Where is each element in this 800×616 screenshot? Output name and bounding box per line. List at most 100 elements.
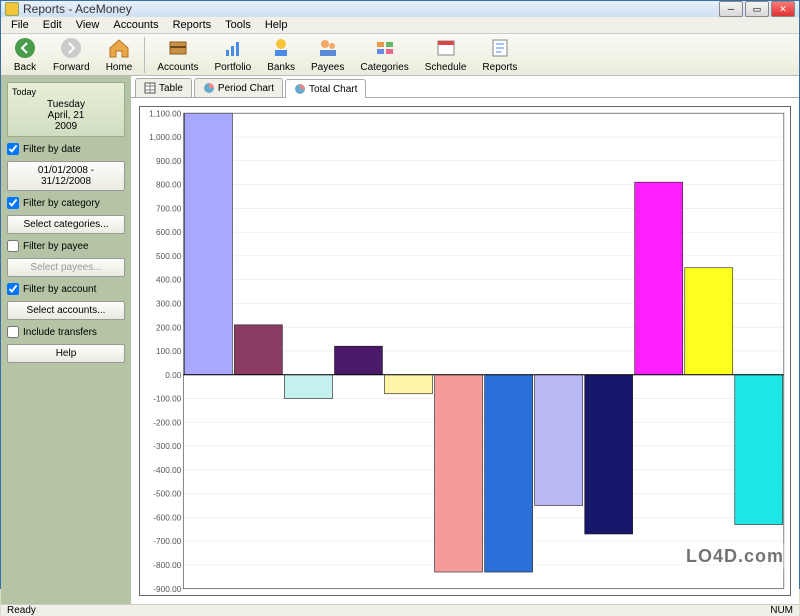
- svg-text:-600.00: -600.00: [153, 513, 181, 522]
- reports-icon: [488, 36, 512, 60]
- forward-button[interactable]: Forward: [45, 34, 98, 75]
- filter-by-date-checkbox[interactable]: [7, 143, 19, 155]
- watermark: LO4D.com: [680, 544, 790, 569]
- filter-by-date-check[interactable]: Filter by date: [7, 143, 125, 155]
- back-button[interactable]: Back: [5, 34, 45, 75]
- pie-icon: [294, 83, 306, 95]
- filter-by-category-check[interactable]: Filter by category: [7, 197, 125, 209]
- titlebar: Reports - AceMoney ─ ▭ ✕: [1, 1, 799, 17]
- svg-text:100.00: 100.00: [156, 347, 182, 356]
- banks-button[interactable]: Banks: [259, 34, 303, 75]
- chart-pane: -900.00-800.00-700.00-600.00-500.00-400.…: [131, 98, 799, 604]
- menu-edit[interactable]: Edit: [37, 17, 68, 33]
- svg-text:700.00: 700.00: [156, 204, 182, 213]
- portfolio-label: Portfolio: [215, 62, 252, 73]
- today-label: Today: [12, 87, 120, 97]
- reports-label: Reports: [482, 62, 517, 73]
- toolbar: Back Forward Home Accounts Portfolio Ban…: [1, 34, 799, 76]
- svg-text:500.00: 500.00: [156, 252, 182, 261]
- include-transfers-label: Include transfers: [23, 327, 97, 338]
- tab-table-label: Table: [159, 83, 183, 94]
- payees-icon: [316, 36, 340, 60]
- select-payees-button: Select payees...: [7, 258, 125, 277]
- include-transfers-checkbox[interactable]: [7, 326, 19, 338]
- payees-button[interactable]: Payees: [303, 34, 352, 75]
- categories-label: Categories: [360, 62, 408, 73]
- total-chart: -900.00-800.00-700.00-600.00-500.00-400.…: [140, 107, 790, 595]
- toolbar-separator: [144, 37, 145, 73]
- tab-period-chart[interactable]: Period Chart: [194, 78, 283, 97]
- menu-accounts[interactable]: Accounts: [107, 17, 164, 33]
- accounts-icon: [166, 36, 190, 60]
- svg-text:-500.00: -500.00: [153, 490, 181, 499]
- accounts-button[interactable]: Accounts: [149, 34, 206, 75]
- menu-tools[interactable]: Tools: [219, 17, 257, 33]
- svg-text:800.00: 800.00: [156, 181, 182, 190]
- back-label: Back: [14, 62, 36, 73]
- filter-by-category-label: Filter by category: [23, 198, 100, 209]
- select-accounts-button[interactable]: Select accounts...: [7, 301, 125, 320]
- tab-total-chart[interactable]: Total Chart: [285, 79, 366, 98]
- filter-by-payee-check[interactable]: Filter by payee: [7, 240, 125, 252]
- svg-text:300.00: 300.00: [156, 300, 182, 309]
- menu-view[interactable]: View: [70, 17, 106, 33]
- svg-text:-100.00: -100.00: [153, 395, 181, 404]
- maximize-button[interactable]: ▭: [745, 1, 769, 17]
- main-panel: Table Period Chart Total Chart -900.00 -8…: [131, 76, 799, 604]
- filter-by-category-checkbox[interactable]: [7, 197, 19, 209]
- sidebar: Today Tuesday April, 21 2009 Filter by d…: [1, 76, 131, 604]
- content-area: Today Tuesday April, 21 2009 Filter by d…: [1, 76, 799, 604]
- svg-text:-800.00: -800.00: [153, 561, 181, 570]
- categories-button[interactable]: Categories: [352, 34, 416, 75]
- chart-frame: -900.00-800.00-700.00-600.00-500.00-400.…: [139, 106, 791, 596]
- date-range-button[interactable]: 01/01/2008 - 31/12/2008: [7, 161, 125, 191]
- filter-by-account-check[interactable]: Filter by account: [7, 283, 125, 295]
- payees-label: Payees: [311, 62, 344, 73]
- help-button[interactable]: Help: [7, 344, 125, 363]
- statusbar: Ready NUM: [1, 604, 799, 616]
- today-day: Tuesday: [12, 99, 120, 110]
- status-num: NUM: [770, 605, 793, 616]
- menu-file[interactable]: File: [5, 17, 35, 33]
- filter-by-date-label: Filter by date: [23, 144, 81, 155]
- forward-icon: [59, 36, 83, 60]
- tab-period-label: Period Chart: [218, 83, 274, 94]
- svg-text:200.00: 200.00: [156, 323, 182, 332]
- close-button[interactable]: ✕: [771, 1, 795, 17]
- today-date: April, 21: [12, 110, 120, 121]
- portfolio-button[interactable]: Portfolio: [207, 34, 260, 75]
- minimize-button[interactable]: ─: [719, 1, 743, 17]
- today-box: Today Tuesday April, 21 2009: [7, 82, 125, 137]
- pie-icon: [203, 82, 215, 94]
- select-categories-button[interactable]: Select categories...: [7, 215, 125, 234]
- accounts-label: Accounts: [157, 62, 198, 73]
- status-ready: Ready: [7, 605, 36, 616]
- svg-text:0.00: 0.00: [165, 371, 181, 380]
- tabs: Table Period Chart Total Chart: [131, 76, 799, 98]
- svg-text:-400.00: -400.00: [153, 466, 181, 475]
- svg-text:1,100.00: 1,100.00: [149, 109, 181, 118]
- schedule-button[interactable]: Schedule: [417, 34, 475, 75]
- svg-text:-900.00: -900.00: [153, 585, 181, 594]
- portfolio-icon: [221, 36, 245, 60]
- filter-by-account-checkbox[interactable]: [7, 283, 19, 295]
- menu-help[interactable]: Help: [259, 17, 294, 33]
- forward-label: Forward: [53, 62, 90, 73]
- back-icon: [13, 36, 37, 60]
- filter-by-account-label: Filter by account: [23, 284, 96, 295]
- app-icon: [5, 2, 19, 16]
- tab-table[interactable]: Table: [135, 78, 192, 97]
- filter-by-payee-label: Filter by payee: [23, 241, 89, 252]
- svg-text:600.00: 600.00: [156, 228, 182, 237]
- home-button[interactable]: Home: [98, 34, 141, 75]
- svg-text:-200.00: -200.00: [153, 418, 181, 427]
- svg-text:1,000.00: 1,000.00: [149, 133, 181, 142]
- filter-by-payee-checkbox[interactable]: [7, 240, 19, 252]
- home-icon: [107, 36, 131, 60]
- reports-button[interactable]: Reports: [474, 34, 525, 75]
- include-transfers-check[interactable]: Include transfers: [7, 326, 125, 338]
- menu-reports[interactable]: Reports: [167, 17, 218, 33]
- app-window: Reports - AceMoney ─ ▭ ✕ File Edit View …: [0, 0, 800, 589]
- banks-icon: [269, 36, 293, 60]
- categories-icon: [373, 36, 397, 60]
